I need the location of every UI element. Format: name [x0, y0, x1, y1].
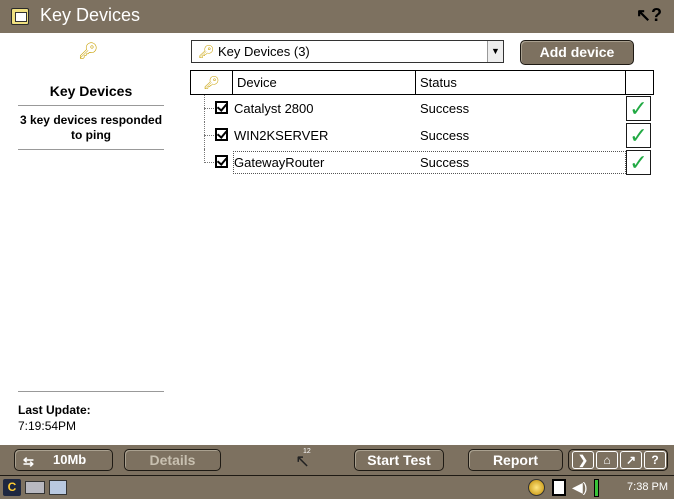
help-icon[interactable]: ?: [644, 451, 666, 469]
table-row[interactable]: GatewayRouter Success ✓: [190, 149, 654, 176]
row-checkbox[interactable]: [215, 101, 228, 114]
network-speed-icon: ⇆: [23, 454, 34, 469]
window-icon[interactable]: [49, 480, 67, 495]
window-title: Key Devices: [40, 5, 141, 25]
table-row[interactable]: Catalyst 2800 Success ✓: [190, 95, 654, 122]
start-logo-icon[interactable]: C: [3, 479, 21, 496]
dropdown-value: Key Devices (3): [218, 44, 310, 59]
panel-description: 3 key devices responded to ping: [19, 113, 163, 142]
mouse-cursor-icon: ↖: [295, 451, 311, 471]
device-status: Success: [420, 101, 470, 116]
last-update-time: 7:19:54PM: [18, 419, 77, 433]
speed-label: 10Mb: [53, 452, 87, 467]
row-checkbox[interactable]: [215, 128, 228, 141]
details-button[interactable]: Details: [124, 449, 221, 471]
system-tray: ◀): [528, 479, 614, 497]
home-icon[interactable]: ⌂: [596, 451, 618, 469]
speaker-icon[interactable]: ◀): [572, 479, 587, 496]
divider: [18, 105, 164, 106]
start-test-button[interactable]: Start Test: [354, 449, 444, 471]
tree-line: [204, 149, 205, 163]
divider: [18, 391, 164, 392]
last-update-label: Last Update:: [18, 403, 91, 417]
key-icon: 🔑︎: [198, 44, 215, 59]
panel-title: Key Devices: [49, 83, 133, 99]
device-filter-dropdown[interactable]: 🔑︎ Key Devices (3) ▼: [191, 40, 504, 63]
column-header-status[interactable]: Status: [416, 71, 626, 94]
keyboard-icon[interactable]: [25, 481, 45, 494]
device-status: Success: [420, 128, 470, 143]
app-icon[interactable]: [11, 8, 29, 25]
bottom-toolbar: ⇆ 10Mb Details Start Test Report ❯ ⌂ ↗ ?: [0, 445, 674, 475]
table-header: 🔑︎ Device Status: [190, 70, 654, 95]
column-header-device[interactable]: Device: [233, 71, 416, 94]
nav-icon-group: ❯ ⌂ ↗ ?: [568, 449, 668, 471]
back-icon[interactable]: ❯: [572, 451, 594, 469]
device-name: GatewayRouter: [234, 155, 325, 170]
chevron-down-icon[interactable]: ▼: [487, 41, 503, 62]
title-bar: Key Devices ↖?: [0, 0, 674, 33]
key-icon: 🔑︎: [78, 43, 99, 60]
network-globe-icon[interactable]: [528, 479, 545, 496]
device-icon[interactable]: [552, 479, 566, 496]
success-check-icon: ✓: [626, 123, 651, 148]
status-bar: C ◀) 7:38 PM: [0, 475, 674, 499]
divider: [18, 149, 164, 150]
help-icon[interactable]: ↖?: [636, 5, 662, 26]
battery-icon[interactable]: [594, 479, 599, 497]
success-check-icon: ✓: [626, 150, 651, 175]
row-checkbox[interactable]: [215, 155, 228, 168]
report-button[interactable]: Report: [468, 449, 563, 471]
success-check-icon: ✓: [626, 96, 651, 121]
tools-icon[interactable]: ↗: [620, 451, 642, 469]
column-header-result[interactable]: [626, 71, 653, 94]
device-status: Success: [420, 155, 470, 170]
speed-button[interactable]: ⇆ 10Mb: [14, 449, 113, 471]
add-device-button[interactable]: Add device: [520, 40, 634, 65]
clock: 7:38 PM: [627, 481, 668, 493]
device-name: WIN2KSERVER: [234, 128, 329, 143]
table-row[interactable]: WIN2KSERVER Success ✓: [190, 122, 654, 149]
device-name: Catalyst 2800: [234, 101, 314, 116]
left-panel: 🔑︎ Key Devices 3 key devices responded t…: [0, 33, 180, 445]
key-column-icon[interactable]: 🔑︎: [191, 71, 233, 94]
